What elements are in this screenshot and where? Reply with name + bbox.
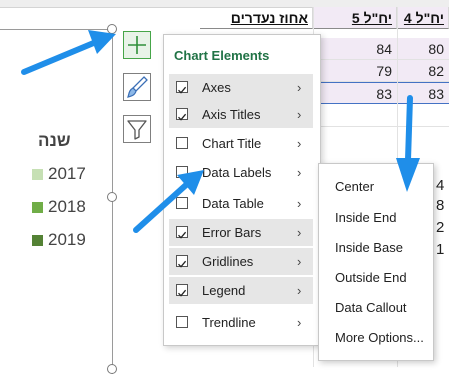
paintbrush-icon xyxy=(127,76,148,98)
check-icon xyxy=(178,260,187,268)
resize-handle[interactable] xyxy=(107,24,117,34)
table-cell[interactable]: 84 xyxy=(313,38,397,60)
check-icon xyxy=(178,86,187,94)
legend-swatch xyxy=(32,235,43,246)
chevron-right-icon[interactable]: › xyxy=(297,101,301,128)
check-icon xyxy=(178,231,187,239)
chevron-right-icon[interactable]: › xyxy=(297,190,301,217)
table-cell[interactable]: 8 xyxy=(436,197,449,214)
gridlines-checkbox[interactable] xyxy=(176,255,188,268)
table-cell[interactable]: 79 xyxy=(313,60,397,82)
submenu-item-more-options[interactable]: More Options... xyxy=(319,324,433,352)
chart-element-chart-title[interactable]: Chart Title › xyxy=(169,130,313,157)
axes-label: Axes xyxy=(202,80,231,95)
resize-handle[interactable] xyxy=(107,364,117,374)
header-cell-5-units[interactable]: 5 יח"ל xyxy=(313,7,397,29)
chart-element-axes[interactable]: Axes › xyxy=(169,74,313,101)
data-table-checkbox[interactable] xyxy=(176,197,188,209)
axis-titles-label: Axis Titles xyxy=(202,107,261,122)
legend-swatch xyxy=(32,169,43,180)
check-icon xyxy=(178,289,187,297)
check-icon xyxy=(178,113,187,121)
funnel-icon xyxy=(127,120,147,140)
legend-item-2018[interactable]: 2018 xyxy=(32,196,86,218)
table-cell[interactable]: 2 xyxy=(436,219,449,236)
axis-titles-checkbox[interactable] xyxy=(176,108,188,121)
axes-checkbox[interactable] xyxy=(176,81,188,94)
chart-styles-button[interactable] xyxy=(123,73,151,101)
chart-element-data-labels[interactable]: Data Labels › xyxy=(169,159,313,186)
table-cell[interactable]: 82 xyxy=(397,60,449,82)
error-bars-checkbox[interactable] xyxy=(176,226,188,239)
chevron-right-icon[interactable]: › xyxy=(297,277,301,304)
gridlines-label: Gridlines xyxy=(202,254,254,269)
legend-title: שנה xyxy=(38,131,71,150)
table-cell[interactable]: 80 xyxy=(397,38,449,60)
table-cell[interactable]: 83 xyxy=(397,82,449,104)
table-header-row: 4 יח"ל 5 יח"ל אחוז נעדרים xyxy=(200,7,449,29)
header-cell-absent-percent[interactable]: אחוז נעדרים xyxy=(200,7,313,29)
table-cell[interactable]: 83 xyxy=(313,82,397,104)
chart-element-legend[interactable]: Legend › xyxy=(169,277,313,304)
plus-icon xyxy=(128,36,146,54)
panel-title: Chart Elements xyxy=(174,48,270,63)
submenu-item-data-callout[interactable]: Data Callout xyxy=(319,294,433,322)
chart-filters-button[interactable] xyxy=(123,115,151,143)
submenu-item-inside-end[interactable]: Inside End xyxy=(319,204,433,232)
legend-item-2019[interactable]: 2019 xyxy=(32,229,86,251)
chevron-right-icon[interactable]: › xyxy=(297,74,301,101)
legend-item-2017[interactable]: 2017 xyxy=(32,163,86,185)
table-cell[interactable]: 1 xyxy=(436,241,449,258)
legend-label: 2018 xyxy=(48,197,86,216)
chart-elements-panel: Chart Elements Axes › Axis Titles › Char… xyxy=(163,34,321,346)
legend-label: 2019 xyxy=(48,230,86,249)
chart-element-data-table[interactable]: Data Table › xyxy=(169,190,313,217)
legend-label: Legend xyxy=(202,283,246,298)
legend-checkbox[interactable] xyxy=(176,284,188,297)
chevron-right-icon[interactable]: › xyxy=(297,130,301,157)
chevron-right-icon[interactable]: › xyxy=(297,159,301,186)
submenu-item-center[interactable]: Center xyxy=(319,173,433,201)
chart-title-label: Chart Title xyxy=(202,136,262,151)
data-table-label: Data Table xyxy=(202,196,264,211)
data-labels-checkbox[interactable] xyxy=(176,166,188,178)
chart-element-axis-titles[interactable]: Axis Titles › xyxy=(169,101,313,128)
data-labels-submenu: Center Inside End Inside Base Outside En… xyxy=(318,163,434,361)
table-cell[interactable]: 4 xyxy=(436,177,449,194)
error-bars-label: Error Bars xyxy=(202,225,262,240)
submenu-item-outside-end[interactable]: Outside End xyxy=(319,264,433,292)
submenu-item-inside-base[interactable]: Inside Base xyxy=(319,234,433,262)
legend-label: 2017 xyxy=(48,164,86,183)
data-labels-label: Data Labels xyxy=(202,165,272,180)
trendline-checkbox[interactable] xyxy=(176,316,188,328)
resize-handle[interactable] xyxy=(107,192,117,202)
chevron-right-icon[interactable]: › xyxy=(297,219,301,246)
chevron-right-icon[interactable]: › xyxy=(297,309,301,336)
chevron-right-icon[interactable]: › xyxy=(297,248,301,275)
chart-element-trendline[interactable]: Trendline › xyxy=(169,309,313,336)
chart-element-gridlines[interactable]: Gridlines › xyxy=(169,248,313,275)
trendline-label: Trendline xyxy=(202,315,256,330)
header-cell-4-units[interactable]: 4 יח"ל xyxy=(397,7,449,29)
chart-element-error-bars[interactable]: Error Bars › xyxy=(169,219,313,246)
chart-elements-button[interactable] xyxy=(123,31,151,59)
legend-swatch xyxy=(32,202,43,213)
chart-title-checkbox[interactable] xyxy=(176,137,188,149)
